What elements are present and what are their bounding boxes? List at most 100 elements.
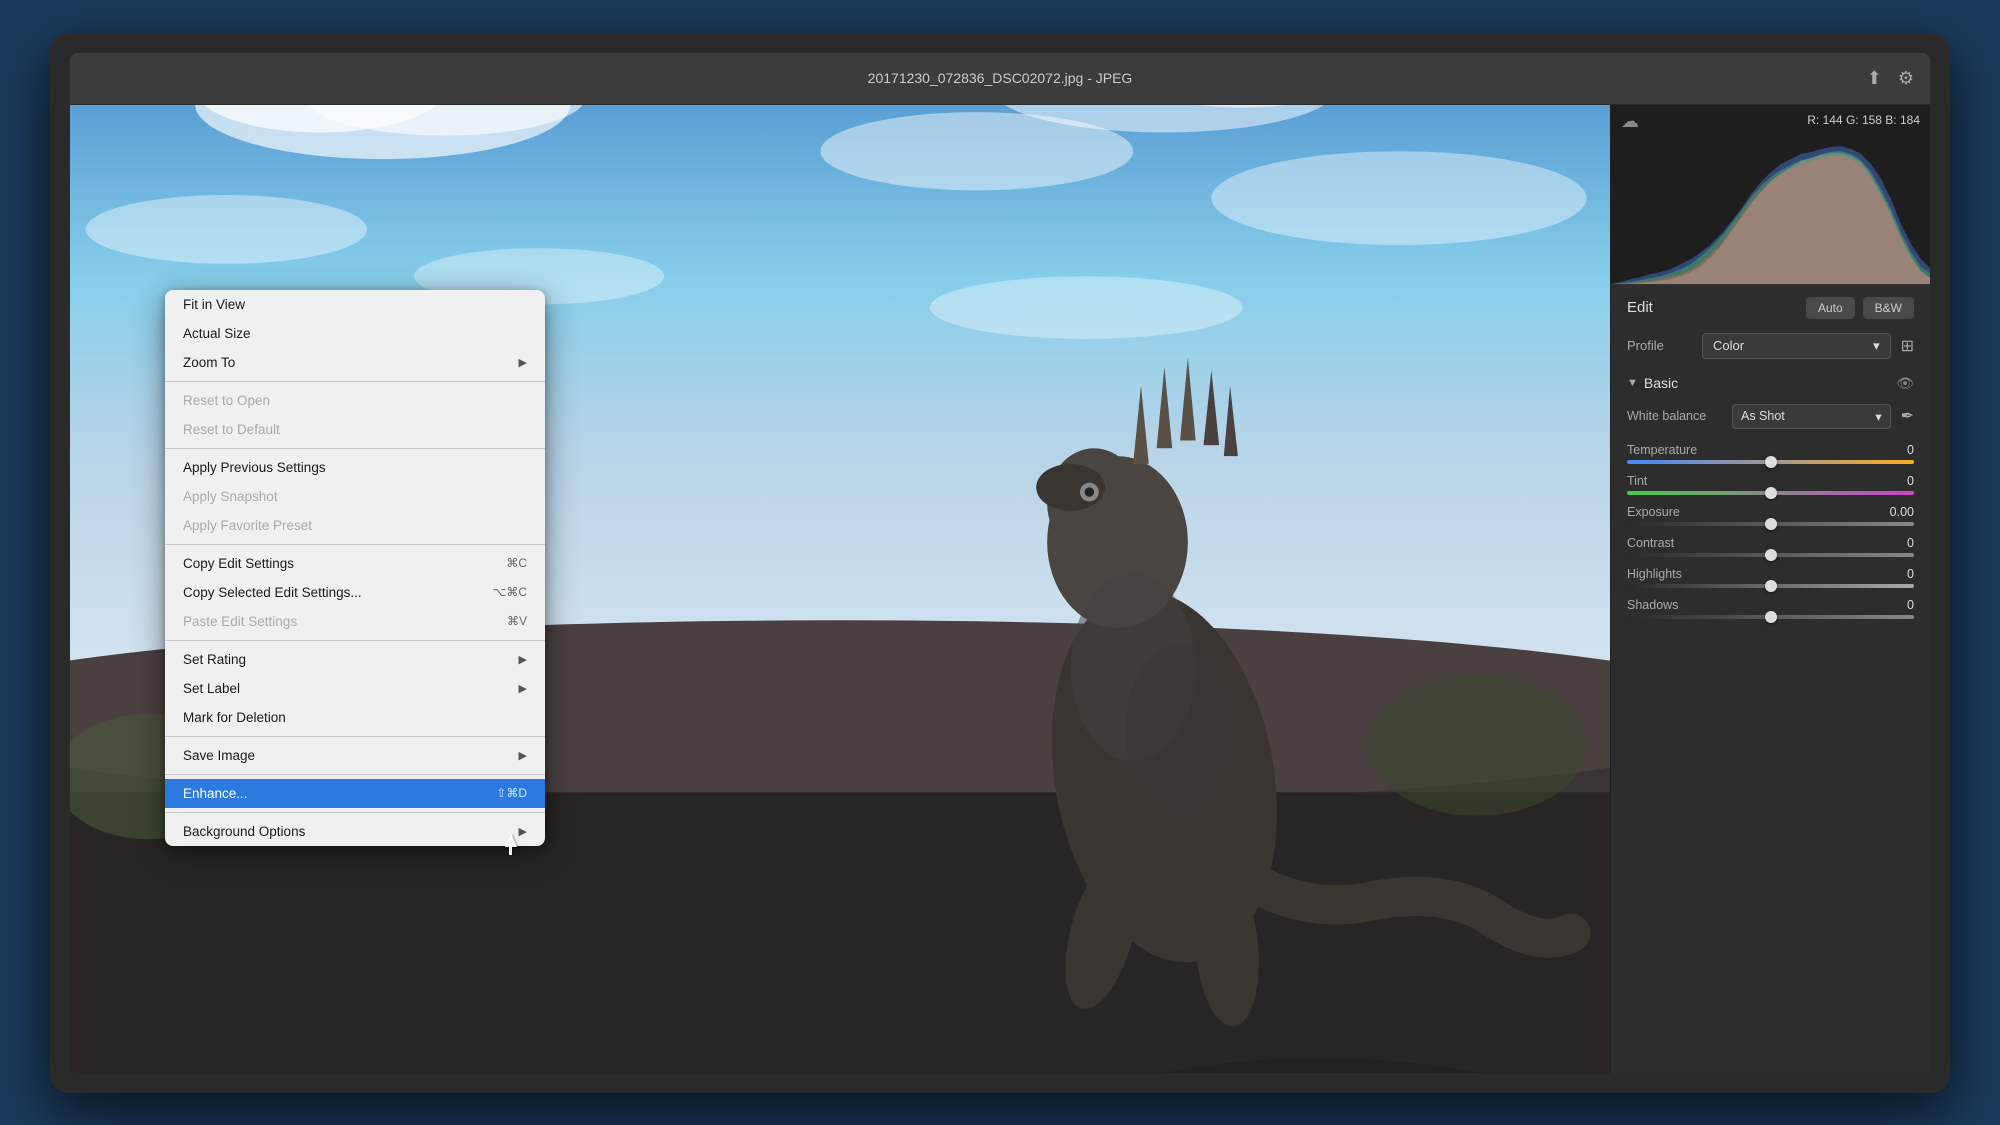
menu-item-apply-snapshot: Apply Snapshot	[165, 482, 545, 511]
temperature-label: Temperature	[1627, 443, 1697, 457]
wb-value: As Shot	[1741, 409, 1785, 423]
menu-item-set-rating[interactable]: Set Rating▶	[165, 645, 545, 674]
bw-button[interactable]: B&W	[1863, 297, 1914, 319]
wb-label: White balance	[1627, 409, 1722, 423]
shadows-control: Shadows 0	[1627, 598, 1914, 619]
menu-item-apply-previous[interactable]: Apply Previous Settings	[165, 453, 545, 482]
menu-item-label-set-label: Set Label	[183, 681, 511, 696]
menu-item-arrow-zoom-to: ▶	[519, 356, 527, 369]
window-title: 20171230_072836_DSC02072.jpg - JPEG	[868, 70, 1133, 86]
contrast-value: 0	[1907, 536, 1914, 550]
histogram-cloud-icon: ☁	[1621, 111, 1639, 132]
exposure-label-row: Exposure 0.00	[1627, 505, 1914, 519]
histogram-area: ☁ R: 144 G: 158 B: 184	[1611, 105, 1930, 285]
basic-section-title: Basic	[1644, 375, 1678, 391]
contrast-control: Contrast 0	[1627, 536, 1914, 557]
menu-item-background-options[interactable]: Background Options▶	[165, 817, 545, 846]
highlights-thumb[interactable]	[1765, 580, 1777, 592]
title-bar: 20171230_072836_DSC02072.jpg - JPEG ⬆ ⚙	[70, 53, 1930, 105]
menu-item-label-reset-to-open: Reset to Open	[183, 393, 527, 408]
tint-thumb[interactable]	[1765, 487, 1777, 499]
right-panel: ☁ R: 144 G: 158 B: 184	[1610, 105, 1930, 1073]
white-balance-row: White balance As Shot ▾ ✒	[1627, 404, 1914, 429]
profile-value: Color	[1713, 338, 1744, 353]
highlights-value: 0	[1907, 567, 1914, 581]
wb-chevron-icon: ▾	[1875, 409, 1881, 424]
exposure-thumb[interactable]	[1765, 518, 1777, 530]
menu-item-actual-size[interactable]: Actual Size	[165, 319, 545, 348]
context-menu: Fit in View Actual Size Zoom To ▶ Reset to O…	[165, 290, 545, 846]
shadows-thumb[interactable]	[1765, 611, 1777, 623]
menu-item-label-enhance: Enhance...	[183, 786, 476, 801]
profile-dropdown[interactable]: Color ▾	[1702, 333, 1891, 359]
shadows-slider[interactable]	[1627, 615, 1914, 619]
menu-item-mark-deletion[interactable]: Mark for Deletion	[165, 703, 545, 732]
highlights-slider[interactable]	[1627, 584, 1914, 588]
photo-area: Fit in View Actual Size Zoom To ▶ Reset to O…	[70, 105, 1610, 1073]
menu-item-label-mark-deletion: Mark for Deletion	[183, 710, 527, 725]
histogram-stats: R: 144 G: 158 B: 184	[1807, 113, 1920, 127]
tint-value: 0	[1907, 474, 1914, 488]
temperature-label-row: Temperature 0	[1627, 443, 1914, 457]
menu-item-copy-edit[interactable]: Copy Edit Settings⌘C	[165, 549, 545, 578]
menu-item-label-set-rating: Set Rating	[183, 652, 511, 667]
contrast-label-row: Contrast 0	[1627, 536, 1914, 550]
basic-section-header: ▼ Basic 👁	[1627, 375, 1914, 392]
temperature-value: 0	[1907, 443, 1914, 457]
exposure-slider[interactable]	[1627, 522, 1914, 526]
menu-item-paste-edit: Paste Edit Settings⌘V	[165, 607, 545, 636]
exposure-value: 0.00	[1890, 505, 1914, 519]
highlights-control: Highlights 0	[1627, 567, 1914, 588]
menu-item-apply-favorite: Apply Favorite Preset	[165, 511, 545, 540]
basic-chevron-icon[interactable]: ▼	[1627, 377, 1638, 389]
menu-item-label-reset-to-default: Reset to Default	[183, 422, 527, 437]
tint-label-row: Tint 0	[1627, 474, 1914, 488]
exposure-label: Exposure	[1627, 505, 1680, 519]
wb-eyedropper-icon[interactable]: ✒	[1901, 406, 1914, 426]
contrast-thumb[interactable]	[1765, 549, 1777, 561]
menu-item-label-save-image: Save Image	[183, 748, 511, 763]
divider-divider2	[165, 448, 545, 449]
menu-item-arrow-background-options: ▶	[519, 825, 527, 838]
divider-divider6	[165, 774, 545, 775]
menu-item-arrow-save-image: ▶	[519, 749, 527, 762]
menu-item-reset-to-open: Reset to Open	[165, 386, 545, 415]
tint-control: Tint 0	[1627, 474, 1914, 495]
shadows-label-row: Shadows 0	[1627, 598, 1914, 612]
menu-item-save-image[interactable]: Save Image ▶	[165, 741, 545, 770]
tint-slider[interactable]	[1627, 491, 1914, 495]
title-actions: ⬆ ⚙	[1867, 68, 1914, 89]
menu-item-set-label[interactable]: Set Label▶	[165, 674, 545, 703]
menu-item-label-paste-edit: Paste Edit Settings	[183, 614, 487, 629]
contrast-label: Contrast	[1627, 536, 1674, 550]
menu-item-label-apply-favorite: Apply Favorite Preset	[183, 518, 527, 533]
menu-item-zoom-to[interactable]: Zoom To ▶	[165, 348, 545, 377]
laptop-shell: 20171230_072836_DSC02072.jpg - JPEG ⬆ ⚙	[50, 33, 1950, 1093]
menu-item-label-copy-selected: Copy Selected Edit Settings...	[183, 585, 473, 600]
menu-item-label-fit-in-view: Fit in View	[183, 297, 527, 312]
histogram-chart	[1611, 134, 1930, 284]
divider-divider3	[165, 544, 545, 545]
edit-header-buttons: Auto B&W	[1806, 297, 1914, 319]
menu-item-fit-in-view[interactable]: Fit in View	[165, 290, 545, 319]
auto-button[interactable]: Auto	[1806, 297, 1855, 319]
edit-panel: Edit Auto B&W Profile Color ▾ ⊞	[1611, 285, 1930, 1073]
temperature-control: Temperature 0	[1627, 443, 1914, 464]
divider-divider1	[165, 381, 545, 382]
menu-item-label-apply-previous: Apply Previous Settings	[183, 460, 527, 475]
basic-eye-icon[interactable]: 👁	[1896, 375, 1914, 392]
menu-item-label-zoom-to: Zoom To	[183, 355, 511, 370]
tint-label: Tint	[1627, 474, 1647, 488]
temperature-thumb[interactable]	[1765, 456, 1777, 468]
contrast-slider[interactable]	[1627, 553, 1914, 557]
menu-item-copy-selected[interactable]: Copy Selected Edit Settings...⌥⌘C	[165, 578, 545, 607]
menu-item-shortcut-copy-edit: ⌘C	[506, 556, 527, 570]
edit-title: Edit	[1627, 299, 1653, 316]
temperature-slider[interactable]	[1627, 460, 1914, 464]
shadows-value: 0	[1907, 598, 1914, 612]
profile-grid-icon[interactable]: ⊞	[1901, 336, 1914, 356]
wb-dropdown[interactable]: As Shot ▾	[1732, 404, 1891, 429]
export-icon[interactable]: ⬆	[1867, 68, 1882, 89]
gear-icon[interactable]: ⚙	[1898, 68, 1914, 89]
menu-item-enhance[interactable]: Enhance...⇧⌘D	[165, 779, 545, 808]
